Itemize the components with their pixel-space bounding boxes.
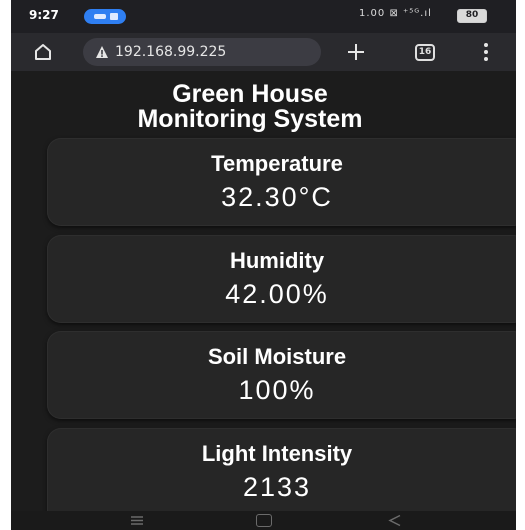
browser-toolbar: 192.168.99.225 16	[11, 33, 516, 71]
battery-icon: 80	[457, 9, 487, 23]
nav-home-icon[interactable]	[256, 514, 272, 527]
home-icon[interactable]	[33, 42, 53, 62]
card-value: 2133	[242, 472, 312, 502]
status-time: 9:27	[29, 8, 59, 22]
kebab-menu-icon[interactable]	[483, 42, 489, 62]
active-call-indicator-icon	[84, 9, 126, 24]
signal-indicators: 1.00 ⊠ ⁺⁵ᴳ.ıl	[359, 8, 432, 19]
card-value: 32.30°C	[221, 182, 333, 212]
card-label: Humidity	[229, 248, 325, 273]
soil-moisture-card: Soil Moisture 100%	[47, 331, 516, 419]
page-content: Green House Monitoring System Temperatur…	[11, 71, 516, 528]
page-title: Green House Monitoring System	[11, 82, 489, 132]
recents-icon[interactable]	[129, 515, 145, 526]
address-bar[interactable]: 192.168.99.225	[83, 38, 321, 66]
plus-icon[interactable]	[346, 42, 366, 62]
page-title-line1: Green House	[172, 80, 328, 108]
navigation-bar	[11, 511, 516, 530]
tab-switcher-icon[interactable]: 16	[415, 44, 435, 61]
humidity-card: Humidity 42.00%	[47, 235, 516, 323]
card-value: 100%	[238, 375, 316, 405]
status-bar: 9:27 1.00 ⊠ ⁺⁵ᴳ.ıl 80	[11, 0, 516, 33]
back-icon[interactable]	[388, 514, 402, 527]
card-label: Light Intensity	[201, 441, 353, 466]
warning-triangle-icon[interactable]	[95, 45, 109, 59]
url-text: 192.168.99.225	[115, 44, 227, 60]
temperature-card: Temperature 32.30°C	[47, 138, 516, 226]
phone-screen: 9:27 1.00 ⊠ ⁺⁵ᴳ.ıl 80 192.168.99.225 16	[11, 0, 516, 530]
card-label: Temperature	[211, 151, 343, 176]
card-value: 42.00%	[225, 279, 329, 309]
card-label: Soil Moisture	[207, 344, 347, 369]
page-title-line2: Monitoring System	[137, 105, 363, 133]
